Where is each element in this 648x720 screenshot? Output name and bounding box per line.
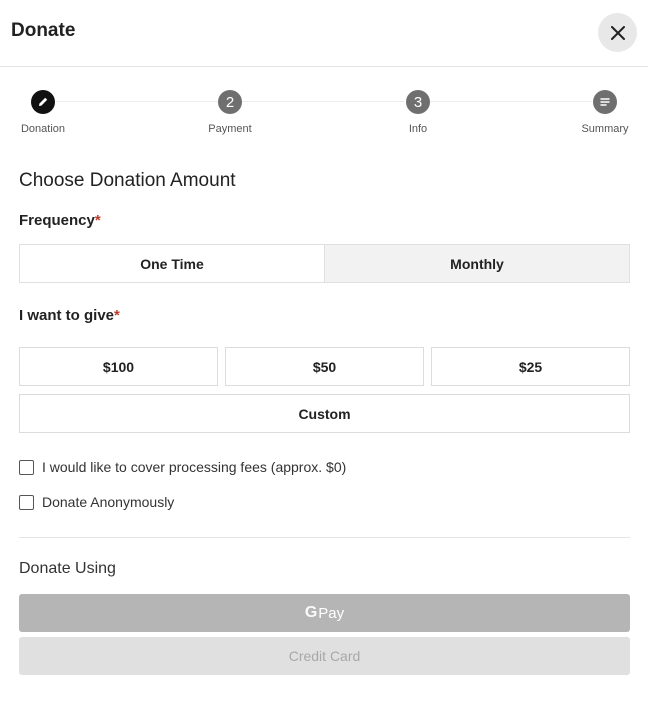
step-label: Info	[408, 123, 428, 135]
step-marker-summary	[593, 90, 617, 114]
step-donation[interactable]: Donation	[3, 90, 83, 135]
list-icon	[600, 98, 610, 106]
amount-label-text: I want to give	[19, 307, 115, 324]
amount-50-button[interactable]: $50	[225, 347, 424, 386]
modal-title: Donate	[11, 20, 76, 41]
step-info[interactable]: 3 Info	[378, 90, 458, 135]
step-number: 2	[218, 90, 242, 114]
required-mark: *	[94, 212, 101, 229]
close-icon	[610, 25, 625, 40]
frequency-label-text: Frequency	[19, 212, 95, 229]
frequency-one-time-button[interactable]: One Time	[20, 245, 325, 282]
amount-custom-button[interactable]: Custom	[19, 394, 630, 433]
cover-fees-checkbox-row[interactable]: I would like to cover processing fees (a…	[19, 459, 346, 475]
cover-fees-label: I would like to cover processing fees (a…	[42, 459, 347, 475]
section-title: Choose Donation Amount	[19, 170, 236, 191]
step-label: Donation	[20, 123, 66, 135]
frequency-label: Frequency*	[19, 212, 101, 229]
google-pay-button[interactable]: G Pay	[19, 594, 630, 632]
progress-stepper: Donation 2 Payment 3 Info Summary	[0, 90, 648, 146]
amount-label: I want to give*	[19, 307, 120, 324]
cover-fees-checkbox[interactable]	[19, 459, 34, 475]
anonymous-label: Donate Anonymously	[42, 494, 175, 510]
google-g-logo: G	[304, 604, 318, 621]
step-summary[interactable]: Summary	[565, 90, 645, 135]
required-mark: *	[114, 307, 120, 324]
step-label: Payment	[208, 123, 252, 135]
payment-heading: Donate Using	[19, 560, 116, 577]
step-label: Summary	[581, 123, 629, 135]
modal-header: Donate	[0, 0, 648, 67]
google-pay-label: Pay	[318, 604, 345, 622]
amount-100-button[interactable]: $100	[19, 347, 218, 386]
amount-25-button[interactable]: $25	[431, 347, 630, 386]
step-number: 3	[406, 90, 430, 114]
anonymous-checkbox-row[interactable]: Donate Anonymously	[19, 494, 174, 510]
frequency-monthly-button[interactable]: Monthly	[325, 245, 629, 282]
close-button[interactable]	[598, 13, 637, 52]
frequency-toggle: One Time Monthly	[19, 244, 630, 283]
step-marker-active	[31, 90, 55, 114]
step-payment[interactable]: 2 Payment	[190, 90, 270, 135]
pencil-icon	[39, 97, 48, 106]
credit-card-button[interactable]: Credit Card	[19, 637, 630, 675]
divider	[19, 537, 630, 538]
anonymous-checkbox[interactable]	[19, 494, 34, 510]
